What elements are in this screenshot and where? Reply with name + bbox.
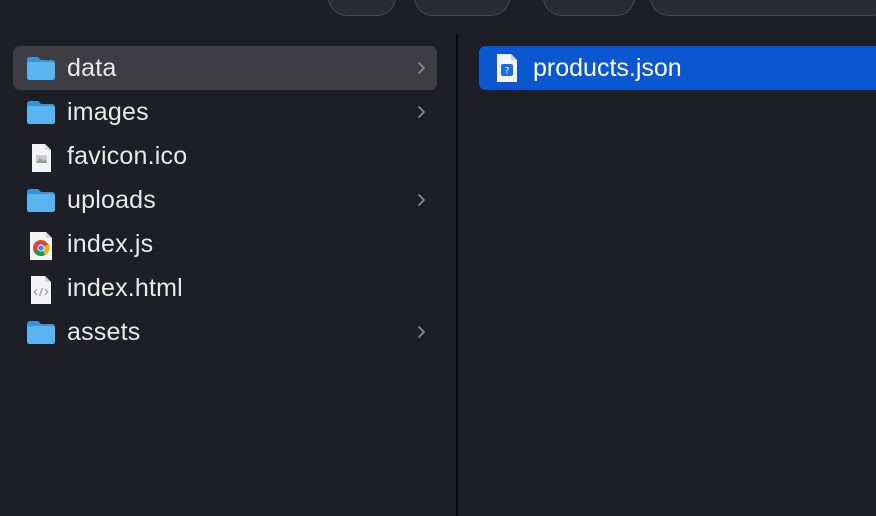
- list-item-products-json[interactable]: ? products.json: [479, 46, 876, 90]
- list-item-label: assets: [67, 318, 141, 346]
- list-item-label: images: [67, 98, 149, 126]
- json-file-icon: ?: [497, 54, 517, 82]
- list-item-index-html[interactable]: index.html: [13, 266, 437, 310]
- list-item-label: products.json: [533, 54, 682, 82]
- column-browser-left: data images favicon.ico uploads index.js…: [0, 34, 456, 516]
- chevron-right-icon: [418, 106, 425, 118]
- column-browser-right: ? products.json: [458, 34, 876, 516]
- list-item-index-js[interactable]: index.js: [13, 222, 437, 266]
- image-file-icon: [32, 144, 51, 172]
- list-item-label: uploads: [67, 186, 156, 214]
- list-item-images[interactable]: images: [13, 90, 437, 134]
- list-item-label: index.js: [67, 230, 154, 258]
- toolbar-button-1[interactable]: [328, 0, 396, 16]
- list-item-assets[interactable]: assets: [13, 310, 437, 354]
- chevron-right-icon: [418, 194, 425, 206]
- list-item-favicon[interactable]: favicon.ico: [13, 134, 437, 178]
- finder-window: data images favicon.ico uploads index.js…: [0, 0, 876, 516]
- list-item-data[interactable]: data: [13, 46, 437, 90]
- folder-icon: [27, 321, 55, 344]
- folder-icon: [27, 57, 55, 80]
- list-item-label: favicon.ico: [67, 142, 188, 170]
- chevron-right-icon: [418, 62, 425, 74]
- toolbar-button-2[interactable]: [414, 0, 510, 16]
- folder-icon: [27, 189, 55, 212]
- chrome-document-icon: [30, 232, 52, 260]
- folder-icon: [27, 101, 55, 124]
- list-item-label: data: [67, 54, 117, 82]
- list-item-uploads[interactable]: uploads: [13, 178, 437, 222]
- code-file-icon: [31, 276, 51, 304]
- chevron-right-icon: [418, 326, 425, 338]
- toolbar-search-field[interactable]: [650, 0, 876, 16]
- toolbar-button-3[interactable]: [543, 0, 635, 16]
- list-item-label: index.html: [67, 274, 183, 302]
- svg-text:?: ?: [505, 67, 510, 77]
